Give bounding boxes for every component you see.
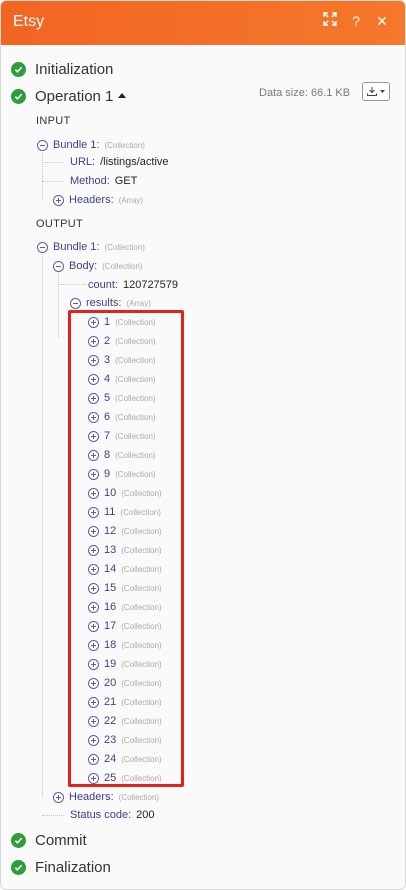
tree-guide: [42, 252, 43, 797]
output-status-row: Status code: 200: [70, 808, 155, 822]
row-key: count:: [88, 279, 118, 291]
phase-label: Operation 1: [35, 87, 114, 105]
phase-label: Initialization: [35, 60, 114, 78]
phase-finalization[interactable]: Finalization: [11, 857, 111, 877]
phase-label: Finalization: [35, 858, 111, 876]
data-size-label: Data size: 66.1 KB: [259, 87, 351, 99]
collapse-icon[interactable]: [37, 241, 48, 253]
check-icon: [11, 61, 26, 77]
row-key: Status code:: [70, 809, 132, 821]
expand-node-icon[interactable]: [53, 791, 64, 803]
results-highlight-box: [68, 310, 184, 787]
check-icon: [11, 832, 26, 848]
caret-up-icon[interactable]: [118, 92, 127, 98]
input-section-label: INPUT: [36, 115, 71, 127]
row-type: (Collection): [118, 792, 160, 802]
phase-label: Commit: [35, 831, 87, 849]
row-key: Bundle 1:: [53, 139, 100, 151]
row-key: results:: [86, 297, 122, 309]
output-body-row[interactable]: Body: (Collection): [53, 259, 143, 273]
row-value: GET: [114, 175, 138, 187]
bundle-inspector-panel: Etsy ? ✕ Initialization Operation 1 Data…: [0, 0, 406, 890]
check-icon: [11, 88, 26, 104]
output-count-row: count: 120727579: [88, 278, 178, 292]
input-bundle-row[interactable]: Bundle 1: (Collection): [37, 138, 145, 152]
phase-operation[interactable]: Operation 1: [11, 86, 127, 106]
collapse-icon[interactable]: [70, 297, 81, 309]
row-type: (Collection): [104, 140, 145, 150]
panel-body: Initialization Operation 1 Data size: 66…: [1, 45, 405, 889]
row-key: Bundle 1:: [53, 241, 100, 253]
tree-guide: [42, 181, 64, 182]
check-icon: [11, 859, 26, 875]
tree-guide: [58, 271, 59, 337]
output-section-label: OUTPUT: [36, 218, 84, 230]
row-value: 120727579: [122, 279, 179, 291]
row-type: (Array): [126, 298, 151, 308]
tree-guide: [42, 149, 43, 199]
panel-header: Etsy ? ✕: [1, 1, 405, 45]
output-bundle-row[interactable]: Bundle 1: (Collection): [37, 240, 145, 254]
download-button[interactable]: [362, 82, 390, 101]
output-headers-row[interactable]: Headers: (Collection): [53, 790, 159, 804]
row-type: (Collection): [104, 242, 145, 252]
download-icon: [367, 87, 385, 96]
tree-guide: [42, 815, 64, 816]
tree-guide: [42, 162, 64, 163]
phase-commit[interactable]: Commit: [11, 830, 87, 850]
row-key: Headers:: [69, 791, 114, 803]
collapse-icon[interactable]: [37, 139, 48, 151]
phase-initialization[interactable]: Initialization: [11, 59, 113, 79]
row-value: 200: [136, 809, 155, 821]
input-url-row: URL: /listings/active: [70, 155, 169, 169]
collapse-icon[interactable]: [53, 260, 64, 272]
row-value: /listings/active: [100, 156, 169, 168]
tree-guide: [58, 284, 86, 285]
row-type: (Collection): [102, 261, 143, 271]
row-key: Body:: [69, 260, 98, 272]
close-icon[interactable]: ✕: [373, 12, 391, 30]
row-type: (Array): [118, 195, 144, 205]
input-method-row: Method: GET: [70, 174, 137, 188]
row-key: URL:: [70, 156, 96, 168]
expand-node-icon[interactable]: [53, 194, 64, 206]
expand-icon[interactable]: [321, 12, 339, 30]
input-headers-row[interactable]: Headers: (Array): [53, 193, 143, 207]
help-icon[interactable]: ?: [347, 12, 365, 30]
row-key: Headers:: [69, 194, 114, 206]
row-key: Method:: [70, 175, 110, 187]
output-results-row[interactable]: results: (Array): [70, 296, 151, 310]
panel-title: Etsy: [13, 13, 45, 30]
